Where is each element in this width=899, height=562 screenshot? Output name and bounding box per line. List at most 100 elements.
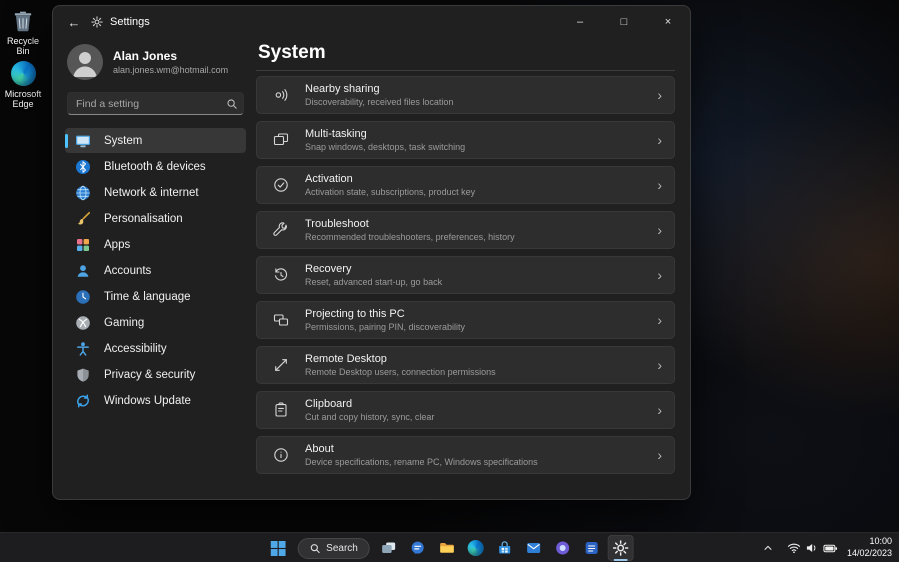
settings-sidebar: Alan Jones alan.jones.wm@hotmail.com Sys… [53,38,256,499]
info-icon [273,447,289,463]
photos-icon [555,540,571,556]
store-icon [497,540,513,556]
chevron-right-icon: › [657,403,662,417]
desktop-icon-label: Microsoft Edge [0,89,46,110]
minimize-button[interactable]: – [558,6,602,38]
user-account-block[interactable]: Alan Jones alan.jones.wm@hotmail.com [65,42,246,92]
desktop-icon-recycle-bin[interactable]: Recycle Bin [0,7,46,57]
clock-time: 10:00 [847,536,892,548]
user-avatar [67,44,103,80]
recycle-bin-icon [10,7,37,34]
mail-button[interactable] [521,535,547,561]
xbox-icon [75,315,91,331]
sidebar-item-accessibility[interactable]: Accessibility [65,336,246,361]
tray-overflow-button[interactable] [758,535,778,561]
chevron-right-icon: › [657,88,662,102]
desktop: Recycle Bin Microsoft Edge ← Settings – … [0,0,899,562]
start-button[interactable] [265,535,291,561]
find-setting-input[interactable] [67,92,244,115]
chevron-up-icon [762,542,774,554]
chat-button[interactable] [405,535,431,561]
chat-icon [410,540,426,556]
chevron-right-icon: › [657,223,662,237]
card-about[interactable]: AboutDevice specifications, rename PC, W… [256,436,675,474]
apps-grid-icon [75,237,91,253]
taskbar: Search [0,532,899,562]
recovery-arrow-icon [273,267,289,283]
desktop-icon-microsoft-edge[interactable]: Microsoft Edge [0,60,46,110]
taskbar-search[interactable]: Search [297,538,370,559]
chevron-right-icon: › [657,178,662,192]
projecting-icon [273,312,289,328]
start-icon [271,541,286,556]
clipboard-icon [273,402,289,418]
task-view-button[interactable] [376,535,402,561]
paintbrush-icon [75,211,91,227]
search-icon [226,97,238,115]
battery-icon [823,541,838,556]
wifi-icon [787,541,801,555]
card-multi-tasking[interactable]: Multi-taskingSnap windows, desktops, tas… [256,121,675,159]
settings-gear-icon [613,540,629,556]
task-view-icon [381,540,397,556]
system-monitor-icon [75,133,91,149]
docs-button[interactable] [579,535,605,561]
settings-window: ← Settings – □ × Al [52,5,691,500]
chevron-right-icon: › [657,133,662,147]
back-button[interactable]: ← [57,7,91,37]
content-divider [256,70,675,71]
settings-content: System Nearby sharingDiscoverability, re… [256,38,690,499]
sidebar-item-system[interactable]: System [65,128,246,153]
sidebar-item-privacy-security[interactable]: Privacy & security [65,362,246,387]
edge-icon [468,540,484,556]
titlebar[interactable]: ← Settings – □ × [53,6,690,38]
card-remote-desktop[interactable]: Remote DesktopRemote Desktop users, conn… [256,346,675,384]
multitasking-icon [273,132,289,148]
activation-check-icon [273,177,289,193]
settings-gear-icon [91,16,103,28]
clock-icon [75,289,91,305]
sidebar-item-network-internet[interactable]: Network & internet [65,180,246,205]
sidebar-item-personalisation[interactable]: Personalisation [65,206,246,231]
sidebar-item-time-language[interactable]: Time & language [65,284,246,309]
sidebar-item-apps[interactable]: Apps [65,232,246,257]
docs-icon [584,540,600,556]
chevron-right-icon: › [657,448,662,462]
card-nearby-sharing[interactable]: Nearby sharingDiscoverability, received … [256,76,675,114]
user-email: alan.jones.wm@hotmail.com [113,65,228,75]
close-button[interactable]: × [646,6,690,38]
system-tray: 10:00 14/02/2023 [758,533,892,562]
sidebar-nav: System Bluetooth & devices Network & int… [65,128,246,413]
edge-icon [10,60,37,87]
file-explorer-button[interactable] [434,535,460,561]
sidebar-item-gaming[interactable]: Gaming [65,310,246,335]
store-button[interactable] [492,535,518,561]
maximize-button[interactable]: □ [602,6,646,38]
card-recovery[interactable]: RecoveryReset, advanced start-up, go bac… [256,256,675,294]
search-icon [309,543,320,554]
edge-button[interactable] [463,535,489,561]
desktop-icon-label: Recycle Bin [0,36,46,57]
quick-settings-button[interactable] [787,541,838,556]
troubleshoot-wrench-icon [273,222,289,238]
sidebar-item-bluetooth-devices[interactable]: Bluetooth & devices [65,154,246,179]
card-clipboard[interactable]: ClipboardCut and copy history, sync, cle… [256,391,675,429]
page-title: System [258,42,675,64]
card-activation[interactable]: ActivationActivation state, subscription… [256,166,675,204]
sidebar-item-windows-update[interactable]: Windows Update [65,388,246,413]
mail-icon [526,540,542,556]
update-arrows-icon [75,393,91,409]
volume-icon [805,541,819,555]
find-setting-searchbox [67,92,244,115]
card-troubleshoot[interactable]: TroubleshootRecommended troubleshooters,… [256,211,675,249]
chevron-right-icon: › [657,313,662,327]
person-icon [75,263,91,279]
taskbar-clock[interactable]: 10:00 14/02/2023 [847,536,892,559]
file-explorer-icon [439,540,455,556]
card-projecting-to-this-pc[interactable]: Projecting to this PCPermissions, pairin… [256,301,675,339]
photos-button[interactable] [550,535,576,561]
bluetooth-icon [75,159,91,175]
sidebar-item-accounts[interactable]: Accounts [65,258,246,283]
chevron-right-icon: › [657,268,662,282]
settings-app-button[interactable] [608,535,634,561]
